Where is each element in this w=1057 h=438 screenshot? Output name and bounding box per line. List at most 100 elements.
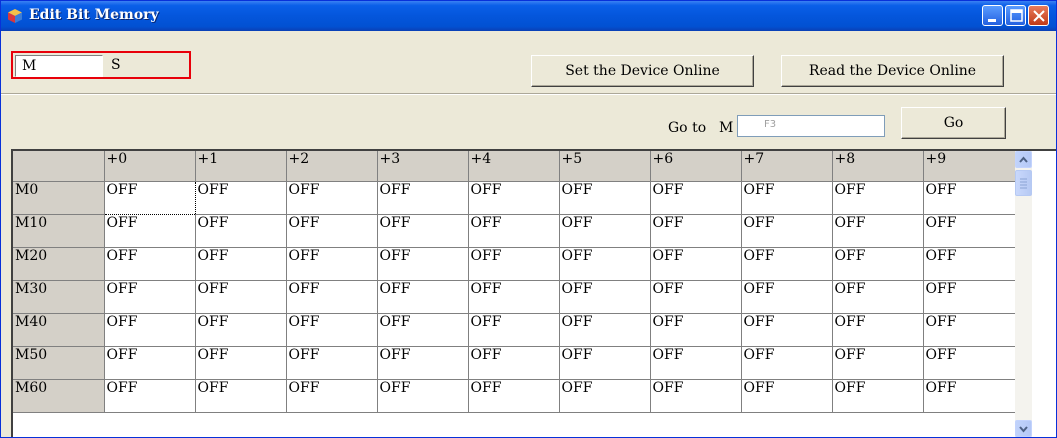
tab-s[interactable]: S xyxy=(105,55,187,77)
memory-cell[interactable]: OFF xyxy=(832,280,924,314)
memory-cell[interactable]: OFF xyxy=(468,181,560,215)
memory-cell[interactable]: OFF xyxy=(468,379,560,413)
go-button[interactable]: Go xyxy=(901,107,1006,139)
row-header: M50 xyxy=(13,346,105,380)
memory-cell[interactable]: OFF xyxy=(650,247,742,281)
memory-cell[interactable]: OFF xyxy=(286,379,378,413)
memory-cell[interactable]: OFF xyxy=(195,313,287,347)
close-button[interactable] xyxy=(1028,5,1049,26)
memory-cell[interactable]: OFF xyxy=(741,214,833,248)
memory-cell[interactable]: OFF xyxy=(377,214,469,248)
memory-cell[interactable]: OFF xyxy=(832,247,924,281)
memory-cell[interactable]: OFF xyxy=(741,379,833,413)
column-header: +0 xyxy=(104,151,196,182)
memory-cell[interactable]: OFF xyxy=(195,379,287,413)
memory-cell[interactable]: OFF xyxy=(923,346,1016,380)
corner-cell xyxy=(13,151,105,182)
memory-cell[interactable]: OFF xyxy=(377,346,469,380)
column-header: +3 xyxy=(377,151,469,182)
memory-cell[interactable]: OFF xyxy=(741,181,833,215)
memory-cell[interactable]: OFF xyxy=(377,313,469,347)
client-area: M S Set the Device Online Read the Devic… xyxy=(1,31,1056,437)
memory-cell[interactable]: OFF xyxy=(104,379,196,413)
memory-cell[interactable]: OFF xyxy=(741,346,833,380)
memory-cell[interactable]: OFF xyxy=(559,313,651,347)
memory-cell[interactable]: OFF xyxy=(377,181,469,215)
memory-cell[interactable]: OFF xyxy=(650,214,742,248)
memory-cell[interactable]: OFF xyxy=(286,247,378,281)
memory-table: +0 +1 +2 +3 +4 +5 +6 +7 +8 +9 M0 OFF OFF OFF OFF OFF OFF… xyxy=(13,151,1016,413)
memory-cell[interactable]: OFF xyxy=(468,280,560,314)
memory-cell[interactable]: OFF xyxy=(741,247,833,281)
memory-cell[interactable]: OFF xyxy=(650,280,742,314)
memory-cell[interactable]: OFF xyxy=(286,280,378,314)
memory-cell[interactable]: OFF xyxy=(559,247,651,281)
memory-cell[interactable]: OFF xyxy=(103,180,196,215)
memory-cell[interactable]: OFF xyxy=(650,313,742,347)
memory-cell[interactable]: OFF xyxy=(286,181,378,215)
scroll-thumb[interactable] xyxy=(1015,170,1032,196)
minimize-button[interactable] xyxy=(982,5,1003,26)
memory-cell[interactable]: OFF xyxy=(468,346,560,380)
memory-cell[interactable]: OFF xyxy=(923,181,1016,215)
memory-cell[interactable]: OFF xyxy=(923,214,1016,248)
memory-cell[interactable]: OFF xyxy=(195,280,287,314)
memory-cell[interactable]: OFF xyxy=(559,346,651,380)
memory-cell[interactable]: OFF xyxy=(104,346,196,380)
read-device-online-button[interactable]: Read the Device Online xyxy=(781,55,1004,87)
memory-cell[interactable]: OFF xyxy=(650,181,742,215)
memory-cell[interactable]: OFF xyxy=(923,379,1016,413)
column-header: +4 xyxy=(468,151,560,182)
table-row: M60 OFF OFF OFF OFF OFF OFF OFF OFF OFF OFF xyxy=(13,379,1016,413)
memory-cell[interactable]: OFF xyxy=(468,247,560,281)
memory-cell[interactable]: OFF xyxy=(741,280,833,314)
close-icon xyxy=(1033,10,1045,22)
memory-cell[interactable]: OFF xyxy=(468,214,560,248)
vertical-scrollbar[interactable] xyxy=(1015,151,1032,437)
memory-cell[interactable]: OFF xyxy=(650,346,742,380)
table-row: M10 OFF OFF OFF OFF OFF OFF OFF OFF OFF OFF xyxy=(13,214,1016,248)
memory-cell[interactable]: OFF xyxy=(195,346,287,380)
memory-cell[interactable]: OFF xyxy=(832,379,924,413)
column-header: +1 xyxy=(195,151,287,182)
row-header: M20 xyxy=(13,247,105,281)
memory-cell[interactable]: OFF xyxy=(559,181,651,215)
maximize-button[interactable] xyxy=(1005,5,1026,26)
memory-cell[interactable]: OFF xyxy=(104,280,196,314)
memory-cell[interactable]: OFF xyxy=(468,313,560,347)
memory-cell[interactable]: OFF xyxy=(286,313,378,347)
memory-cell[interactable]: OFF xyxy=(104,214,196,248)
goto-address-input[interactable]: F3 xyxy=(737,115,885,137)
memory-cell[interactable]: OFF xyxy=(377,379,469,413)
column-header: +8 xyxy=(832,151,924,182)
memory-cell[interactable]: OFF xyxy=(832,181,924,215)
header-separator-highlight xyxy=(1,94,1056,95)
memory-cell[interactable]: OFF xyxy=(650,379,742,413)
memory-cell[interactable]: OFF xyxy=(286,346,378,380)
memory-cell[interactable]: OFF xyxy=(741,313,833,347)
scroll-up-button[interactable] xyxy=(1015,151,1032,168)
memory-cell[interactable]: OFF xyxy=(195,181,287,215)
memory-cell[interactable]: OFF xyxy=(377,247,469,281)
memory-cell[interactable]: OFF xyxy=(559,379,651,413)
memory-cell[interactable]: OFF xyxy=(832,214,924,248)
title-bar[interactable]: Edit Bit Memory xyxy=(1,1,1056,31)
row-header: M10 xyxy=(13,214,105,248)
memory-cell[interactable]: OFF xyxy=(923,313,1016,347)
memory-cell[interactable]: OFF xyxy=(195,214,287,248)
memory-cell[interactable]: OFF xyxy=(832,346,924,380)
memory-cell[interactable]: OFF xyxy=(377,280,469,314)
scroll-down-button[interactable] xyxy=(1015,420,1032,437)
memory-cell[interactable]: OFF xyxy=(104,313,196,347)
memory-cell[interactable]: OFF xyxy=(286,214,378,248)
set-device-online-button[interactable]: Set the Device Online xyxy=(531,55,754,87)
memory-cell[interactable]: OFF xyxy=(104,247,196,281)
memory-cell[interactable]: OFF xyxy=(559,214,651,248)
memory-cell[interactable]: OFF xyxy=(195,247,287,281)
memory-cell[interactable]: OFF xyxy=(832,313,924,347)
tab-m[interactable]: M xyxy=(15,55,103,77)
table-row: M40 OFF OFF OFF OFF OFF OFF OFF OFF OFF OFF xyxy=(13,313,1016,347)
memory-cell[interactable]: OFF xyxy=(923,247,1016,281)
memory-cell[interactable]: OFF xyxy=(923,280,1016,314)
memory-cell[interactable]: OFF xyxy=(559,280,651,314)
